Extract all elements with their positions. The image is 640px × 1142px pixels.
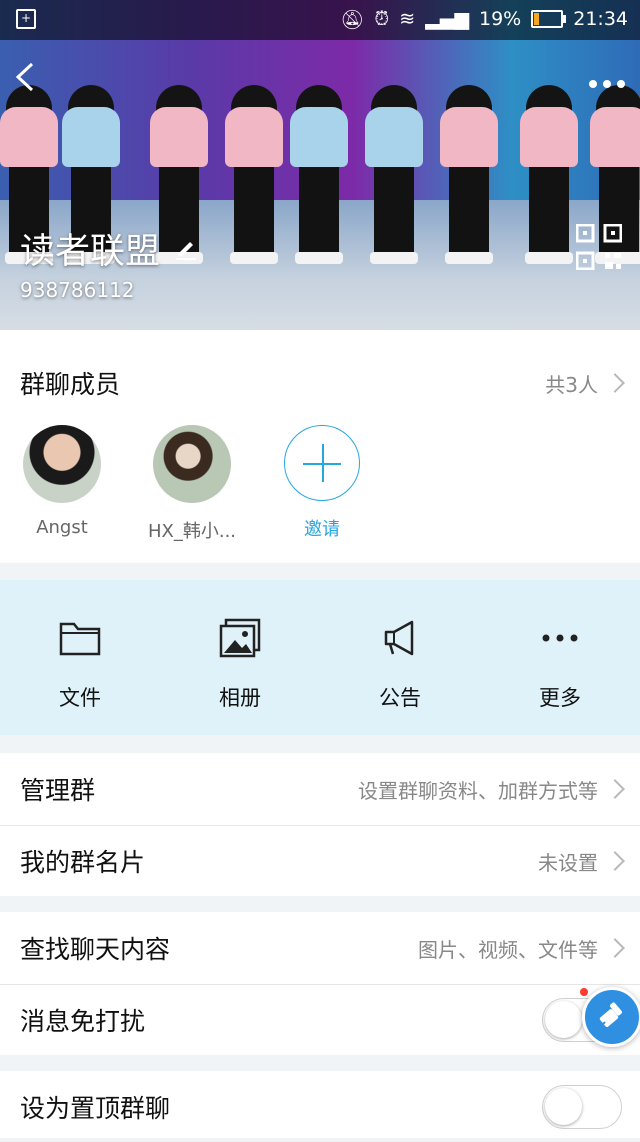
tool-label: 公告 <box>379 686 421 710</box>
members-header-row[interactable]: 群聊成员 共3人 <box>0 348 640 418</box>
group-id: 938786112 <box>20 278 135 302</box>
photo-person <box>225 85 283 264</box>
back-button[interactable] <box>10 60 44 94</box>
status-bar: + 🔕︎ ⏰︎ ≋ ▂▄▆ 19% 21:34 <box>0 0 640 38</box>
megaphone-icon <box>384 620 414 656</box>
search-history-label: 查找聊天内容 <box>20 935 171 964</box>
plus-icon <box>284 425 360 501</box>
chevron-right-icon <box>605 851 625 871</box>
notification-icon: + <box>16 9 36 29</box>
members-count: 共3人 <box>545 369 625 398</box>
mute-label: 消息免打扰 <box>20 1007 146 1036</box>
manage-group-row[interactable]: 管理群 设置群聊资料、加群方式等 <box>0 754 640 824</box>
back-arrow-icon <box>15 62 34 92</box>
settings-section-2: 查找聊天内容 图片、视频、文件等 消息免打扰 <box>0 912 640 1055</box>
avatar <box>23 425 101 503</box>
tool-label: 文件 <box>59 686 101 710</box>
mute-status-icon: 🔕︎ <box>340 8 365 31</box>
settings-section-1: 管理群 设置群聊资料、加群方式等 我的群名片 未设置 <box>0 753 640 896</box>
group-card-label: 我的群名片 <box>20 848 146 877</box>
pin-label: 设为置顶群聊 <box>20 1094 171 1123</box>
clock: 21:34 <box>573 8 628 30</box>
mute-row: 消息免打扰 <box>0 985 640 1055</box>
search-history-row[interactable]: 查找聊天内容 图片、视频、文件等 <box>0 913 640 983</box>
manage-group-label: 管理群 <box>20 776 96 805</box>
search-history-hint: 图片、视频、文件等 <box>418 937 598 962</box>
tool-files[interactable]: 文件 <box>0 580 160 735</box>
members-section: 群聊成员 共3人 Angst HX_韩小... 邀请 <box>0 330 640 563</box>
search-history-value: 图片、视频、文件等 <box>418 934 625 963</box>
wifi-icon: ≋ <box>399 8 416 30</box>
floating-assistant-button[interactable] <box>582 987 640 1047</box>
toggle-knob <box>545 1088 582 1125</box>
pin-row: 设为置顶群聊 <box>0 1072 640 1142</box>
chevron-right-icon <box>605 779 625 799</box>
member-name: Angst <box>36 517 88 538</box>
photo-person <box>440 85 498 264</box>
member-name: HX_韩小... <box>147 521 237 542</box>
group-card-hint: 未设置 <box>538 850 598 875</box>
album-icon <box>219 618 261 658</box>
group-card-value: 未设置 <box>538 847 625 876</box>
battery-percent: 19% <box>479 8 522 30</box>
manage-group-value: 设置群聊资料、加群方式等 <box>358 775 625 804</box>
manage-group-hint: 设置群聊资料、加群方式等 <box>358 778 598 803</box>
more-dots-icon <box>589 80 625 88</box>
members-title: 群聊成员 <box>20 370 121 399</box>
notification-dot <box>580 988 588 996</box>
tool-album[interactable]: 相册 <box>160 580 320 735</box>
battery-icon <box>531 10 567 28</box>
member-item[interactable]: Angst <box>22 425 102 543</box>
toggle-knob <box>545 1001 582 1038</box>
alarm-icon: ⏰︎ <box>374 8 390 30</box>
group-name[interactable]: 读者联盟 <box>20 223 160 274</box>
invite-button[interactable]: 邀请 <box>282 425 362 543</box>
pin-toggle[interactable] <box>542 1085 622 1129</box>
brush-icon <box>598 1002 622 1029</box>
photo-person <box>365 85 423 264</box>
qr-code-icon[interactable] <box>576 224 622 270</box>
more-options-button[interactable] <box>588 62 626 97</box>
settings-section-3: 设为置顶群聊 <box>0 1071 640 1138</box>
photo-person <box>520 85 578 264</box>
group-tools-bar: 文件 相册 公告 更多 <box>0 580 640 735</box>
group-card-row[interactable]: 我的群名片 未设置 <box>0 826 640 896</box>
photo-person <box>290 85 348 264</box>
more-dots-icon <box>542 634 578 642</box>
chevron-right-icon <box>605 373 625 393</box>
members-count-text: 共3人 <box>545 372 598 397</box>
signal-icon: ▂▄▆ <box>425 8 469 30</box>
tool-label: 更多 <box>539 686 581 710</box>
invite-label: 邀请 <box>304 519 340 540</box>
members-list: Angst HX_韩小... 邀请 <box>22 425 362 543</box>
tool-announcement[interactable]: 公告 <box>320 580 480 735</box>
tool-label: 相册 <box>219 686 261 710</box>
folder-icon <box>59 622 101 656</box>
tool-more[interactable]: 更多 <box>480 580 640 735</box>
member-item[interactable]: HX_韩小... <box>148 425 236 543</box>
chevron-right-icon <box>605 938 625 958</box>
avatar <box>153 425 231 503</box>
edit-pencil-icon[interactable] <box>174 236 198 260</box>
